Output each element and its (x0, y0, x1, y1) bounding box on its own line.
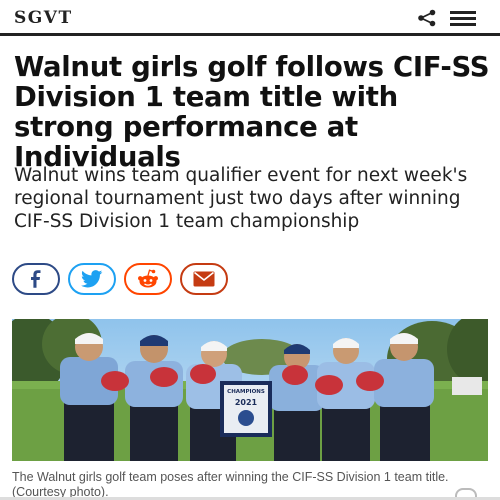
facebook-share-button[interactable] (12, 263, 60, 295)
share-icon[interactable] (417, 9, 437, 27)
site-logo[interactable]: SGVT (14, 8, 73, 28)
site-header: SGVT (0, 0, 500, 36)
team-photo-image: CHAMPIONS 2021 (12, 319, 488, 461)
trophy-plaque: CHAMPIONS 2021 (220, 381, 272, 437)
twitter-icon (81, 270, 103, 288)
article-subheadline: Walnut wins team qualifier event for nex… (14, 165, 468, 232)
twitter-share-button[interactable] (68, 263, 116, 295)
photo-caption: The Walnut girls golf team poses after w… (12, 470, 449, 499)
facebook-icon (31, 270, 41, 288)
reddit-icon (138, 269, 158, 288)
article-photo[interactable]: CHAMPIONS 2021 (12, 319, 488, 461)
reddit-share-button[interactable] (124, 263, 172, 295)
email-icon (193, 271, 215, 287)
article-headline: Walnut girls golf follows CIF-SS Divisio… (14, 51, 490, 173)
hamburger-menu-icon[interactable] (450, 11, 476, 26)
svg-text:CHAMPIONS: CHAMPIONS (227, 389, 265, 395)
svg-text:2021: 2021 (235, 398, 258, 407)
email-share-button[interactable] (180, 263, 228, 295)
